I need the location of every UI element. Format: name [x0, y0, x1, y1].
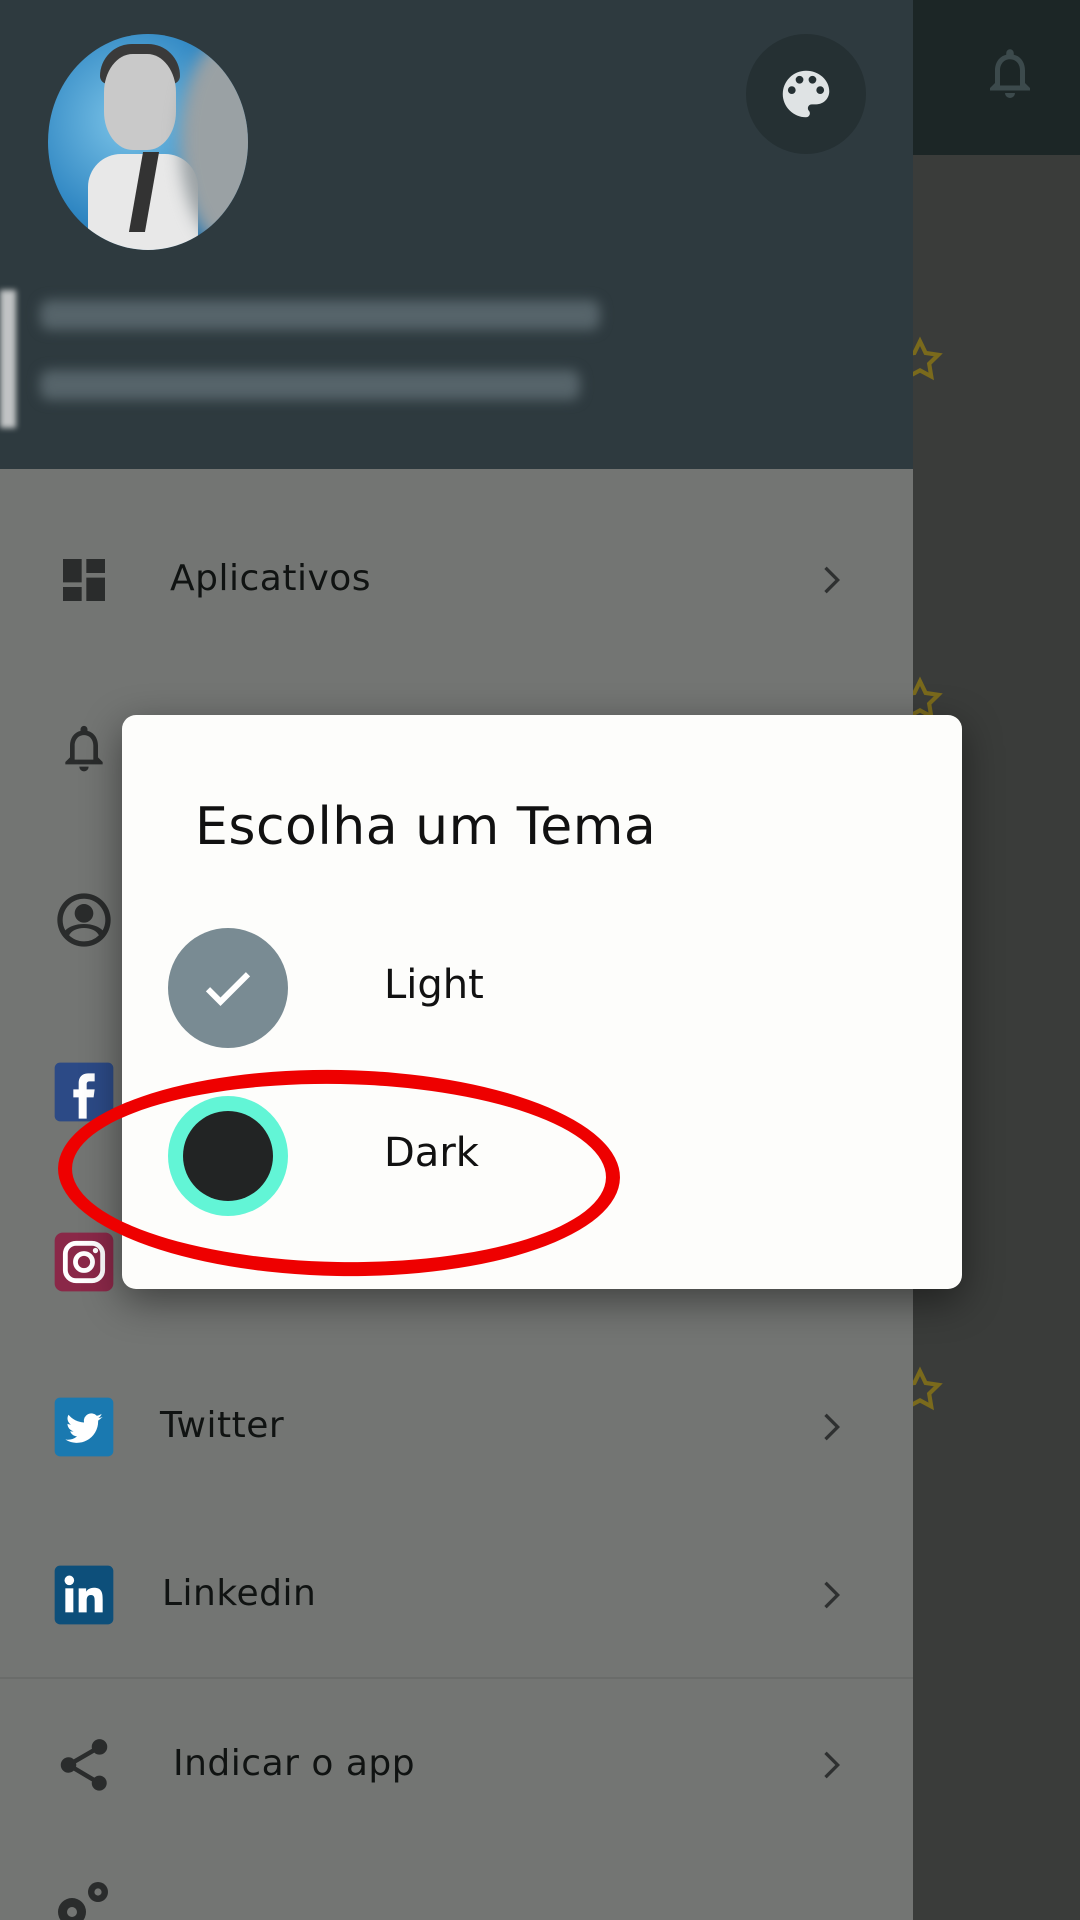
header-edge: [0, 290, 16, 428]
palette-icon: [782, 70, 830, 118]
dialog-title: Escolha um Tema: [195, 797, 657, 857]
linkedin-icon: [52, 1563, 116, 1627]
theme-option-light[interactable]: Light: [168, 928, 868, 1048]
menu-item-twitter[interactable]: Twitter: [0, 1365, 913, 1485]
chevron-right-icon: [824, 1413, 840, 1441]
dashboard-icon: [52, 548, 116, 612]
chevron-right-icon: [824, 566, 840, 594]
notification-bell-icon[interactable]: [980, 38, 1040, 108]
light-theme-swatch[interactable]: [168, 928, 288, 1048]
menu-item-label: Aplicativos: [170, 557, 372, 599]
theme-palette-button[interactable]: [746, 34, 866, 154]
drawer-header: [0, 0, 913, 469]
chevron-right-icon: [824, 1751, 840, 1779]
user-name-blurred: [40, 300, 600, 330]
account-circle-icon: [52, 888, 116, 952]
user-email-blurred: [40, 370, 580, 400]
checkmark-icon: [205, 972, 251, 1006]
chevron-right-icon: [824, 1581, 840, 1609]
divider: [0, 1677, 913, 1679]
instagram-icon: [52, 1230, 116, 1294]
menu-item-aplicativos[interactable]: Aplicativos: [0, 518, 913, 638]
menu-item-label: Twitter: [160, 1404, 285, 1446]
menu-item-label: Linkedin: [162, 1572, 317, 1614]
avatar[interactable]: [48, 34, 248, 250]
bell-icon: [52, 716, 116, 780]
settings-icon: [52, 1872, 116, 1920]
menu-item-label: Indicar o app: [173, 1742, 416, 1784]
menu-item-linkedin[interactable]: Linkedin: [0, 1533, 913, 1653]
menu-item-indicar-app[interactable]: Indicar o app: [0, 1703, 913, 1823]
menu-item-settings[interactable]: [0, 1872, 913, 1920]
theme-option-label: Light: [384, 962, 484, 1008]
twitter-icon: [52, 1395, 116, 1459]
share-icon: [52, 1733, 116, 1797]
